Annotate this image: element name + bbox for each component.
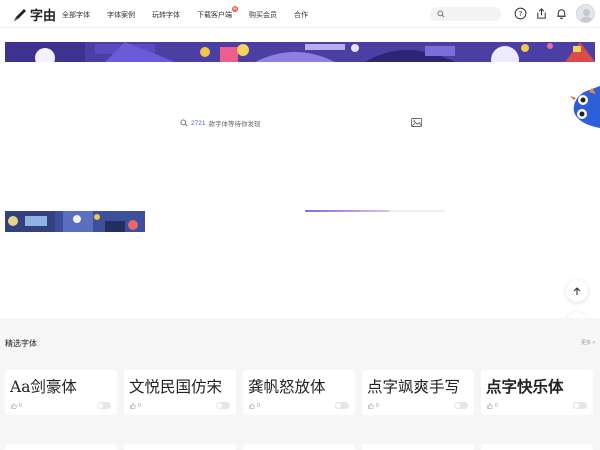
- font-likes: 0: [249, 403, 260, 409]
- font-card[interactable]: [481, 444, 593, 450]
- nav-font-cases[interactable]: 字体案例: [107, 10, 135, 20]
- thumbs-up-icon[interactable]: [130, 403, 136, 409]
- nav-play-fonts[interactable]: 玩转字体: [152, 10, 180, 20]
- upload-icon[interactable]: [535, 7, 548, 20]
- font-search-prompt[interactable]: 2721 款字体等待你发现: [180, 118, 260, 128]
- carousel-progress-fill: [305, 210, 389, 212]
- arrow-up-icon: [573, 287, 581, 295]
- likes-count: 0: [138, 403, 141, 409]
- font-card[interactable]: 点字飒爽手写 0: [362, 370, 474, 415]
- mini-banner[interactable]: [5, 211, 145, 232]
- likes-count: 0: [376, 403, 379, 409]
- new-badge: 新: [232, 6, 238, 12]
- svg-text:?: ?: [519, 9, 523, 18]
- back-to-top-button[interactable]: [566, 280, 588, 302]
- font-name: 点字飒爽手写: [367, 379, 461, 396]
- user-avatar-icon: [580, 9, 593, 22]
- more-link[interactable]: 更多 >: [581, 339, 595, 346]
- font-count: 2721: [191, 119, 206, 127]
- image-search-icon[interactable]: [411, 118, 422, 127]
- font-likes: 0: [487, 403, 498, 409]
- font-card[interactable]: [5, 444, 117, 450]
- preview-toggle[interactable]: [573, 402, 587, 409]
- font-likes: 0: [11, 403, 22, 409]
- nav-download-client-label: 下载客户端: [197, 12, 232, 19]
- section-title: 精选字体: [5, 339, 37, 348]
- font-card[interactable]: 文悦民国仿宋 0: [124, 370, 236, 415]
- main-nav: 全部字体 字体案例 玩转字体 下载客户端 新 购买会员 合作: [62, 6, 325, 20]
- logo-text: 字由: [30, 9, 57, 24]
- nav-all-fonts[interactable]: 全部字体: [62, 10, 90, 20]
- top-header: 字由 全部字体 字体案例 玩转字体 下载客户端 新 购买会员 合作 ?: [0, 0, 600, 28]
- mini-banner-illustration: [5, 211, 145, 232]
- font-card[interactable]: 龚帆怒放体 0: [243, 370, 355, 415]
- font-card-list-row2: [5, 444, 593, 450]
- search-input[interactable]: [430, 7, 501, 21]
- font-likes: 0: [368, 403, 379, 409]
- font-name: 点字快乐体: [486, 379, 564, 396]
- font-name: 龚帆怒放体: [248, 379, 326, 396]
- font-card[interactable]: Aa剑豪体 0: [5, 370, 117, 415]
- font-card[interactable]: [124, 444, 236, 450]
- font-card[interactable]: 点字快乐体 0: [481, 370, 593, 415]
- bell-icon[interactable]: [555, 7, 568, 20]
- font-card[interactable]: [243, 444, 355, 450]
- nav-cooperation[interactable]: 合作: [294, 10, 308, 20]
- thumbs-up-icon[interactable]: [368, 403, 374, 409]
- font-count-text: 款字体等待你发现: [208, 121, 261, 128]
- thumbs-up-icon[interactable]: [487, 403, 493, 409]
- thumbs-up-icon[interactable]: [249, 403, 255, 409]
- thumbs-up-icon[interactable]: [11, 403, 17, 409]
- avatar[interactable]: [576, 4, 595, 23]
- likes-count: 0: [257, 403, 260, 409]
- font-name: 文悦民国仿宋: [129, 378, 223, 396]
- featured-fonts-section: 精选字体 更多 > Aa剑豪体 0 文悦民国仿宋 0 龚帆怒放体 0 点字飒爽手…: [0, 318, 600, 450]
- search-icon: [180, 119, 188, 127]
- likes-count: 0: [19, 403, 22, 409]
- font-card-list: Aa剑豪体 0 文悦民国仿宋 0 龚帆怒放体 0 点字飒爽手写 0 点字快乐体 …: [5, 370, 593, 415]
- hero-banner[interactable]: [5, 42, 595, 62]
- help-icon[interactable]: ?: [514, 7, 527, 20]
- preview-toggle[interactable]: [97, 402, 111, 409]
- preview-toggle[interactable]: [454, 402, 468, 409]
- preview-toggle[interactable]: [216, 402, 230, 409]
- carousel-progress: [305, 210, 445, 212]
- banner-illustration: [5, 42, 595, 62]
- preview-toggle[interactable]: [335, 402, 349, 409]
- mascot-icon[interactable]: [570, 86, 600, 128]
- pen-logo-icon: [14, 8, 26, 21]
- search-icon: [437, 10, 445, 18]
- nav-download-client[interactable]: 下载客户端 新: [197, 6, 238, 20]
- font-name: Aa剑豪体: [10, 378, 77, 396]
- nav-buy-membership[interactable]: 购买会员: [249, 10, 277, 20]
- likes-count: 0: [495, 403, 498, 409]
- logo[interactable]: 字由: [12, 5, 56, 24]
- font-likes: 0: [130, 403, 141, 409]
- font-card[interactable]: [362, 444, 474, 450]
